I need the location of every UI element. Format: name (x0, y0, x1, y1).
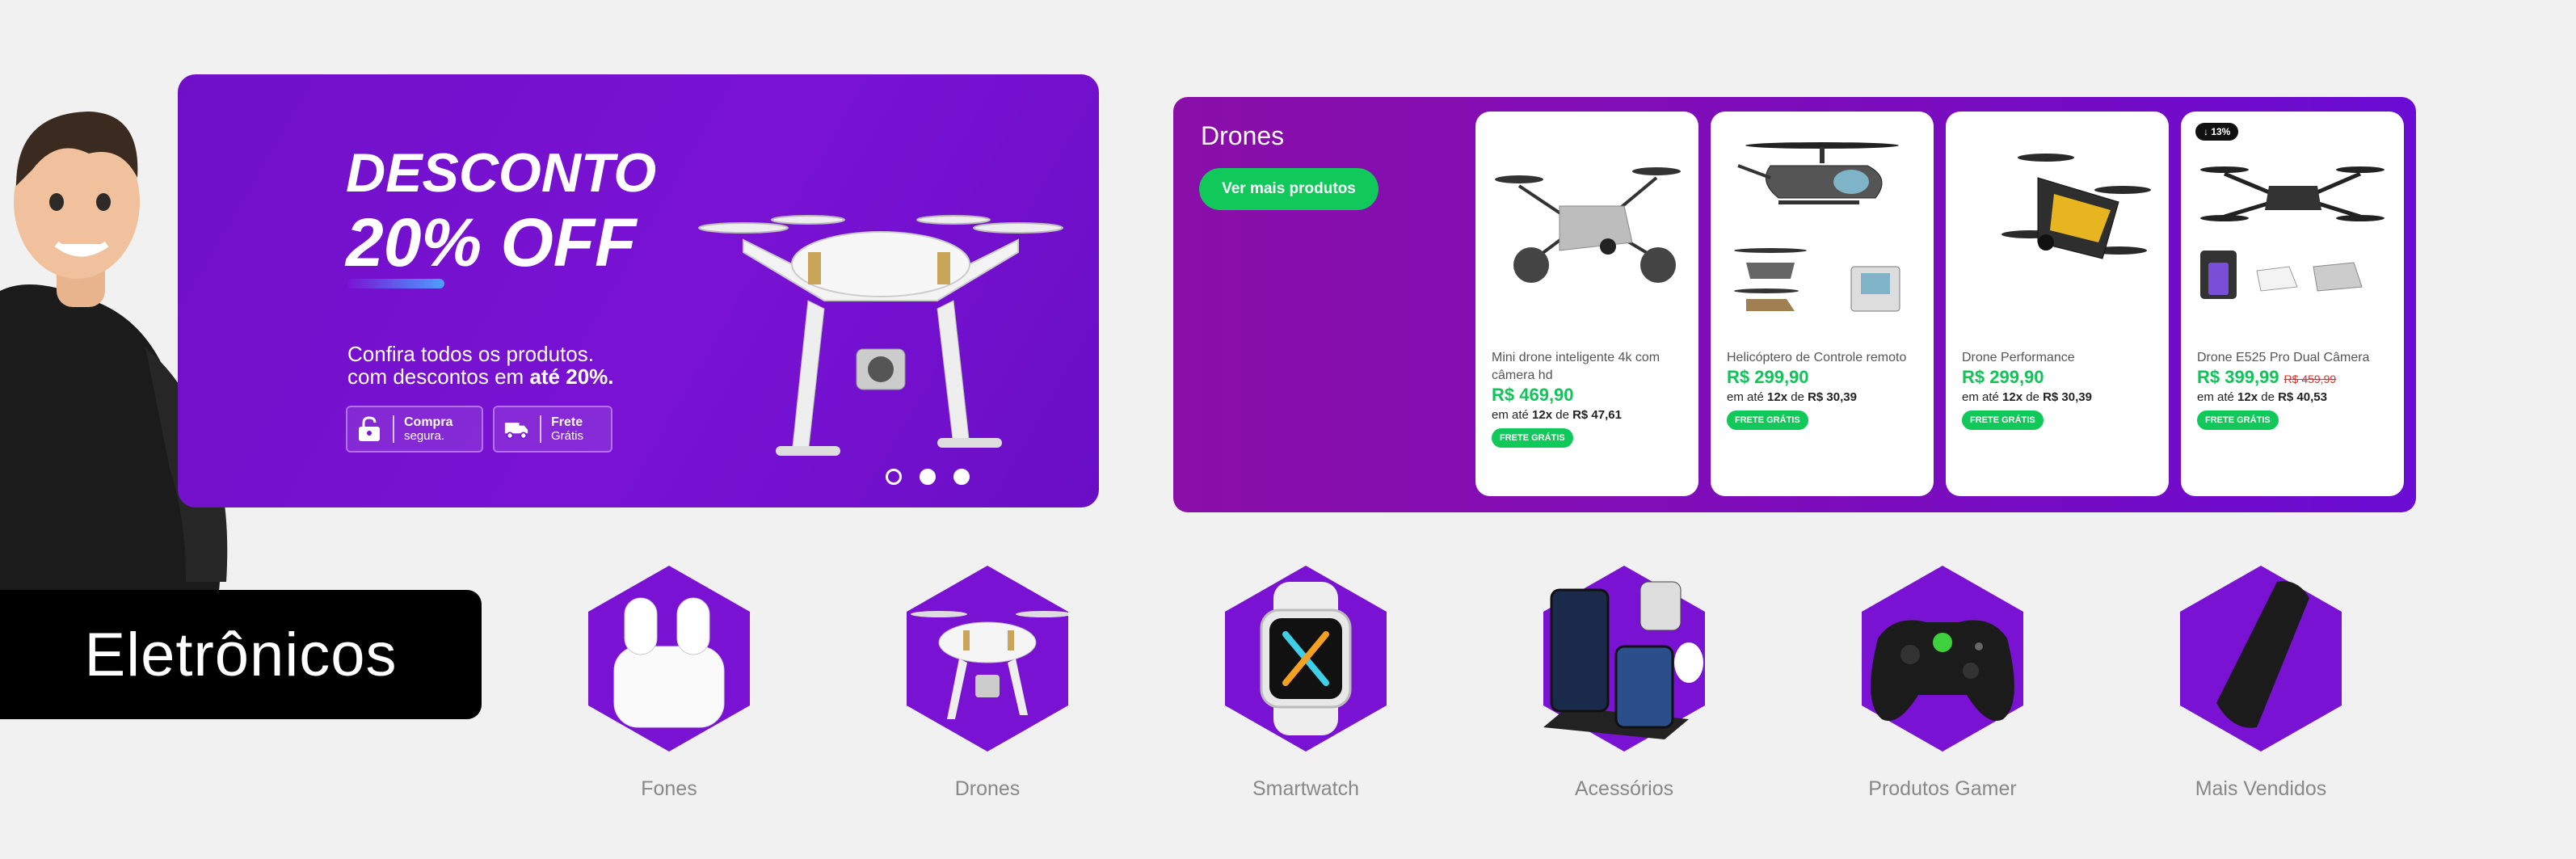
product-price-old: R$ 459,99 (2283, 373, 2337, 385)
product-name: Helicóptero de Controle remoto (1727, 351, 1907, 364)
banner-subtitle-highlight: até 20%. (529, 364, 614, 389)
free-shipping-tag: FRETE GRÁTIS (1962, 411, 2044, 430)
carousel-dot-1[interactable] (886, 469, 902, 485)
free-shipping-badge: Frete Grátis (493, 406, 612, 453)
category-label: Produtos Gamer (1868, 777, 2017, 800)
category-label: Mais Vendidos (2195, 777, 2327, 800)
installment-text: em até 12x de R$ 30,39 (1727, 390, 1857, 404)
installment-text: em até 12x de R$ 40,53 (2197, 390, 2327, 404)
drone-image (698, 215, 1063, 456)
gamepad-icon (1862, 566, 2023, 752)
promo-banner[interactable]: DESCONTO 20% OFF Confira todos os produt… (178, 74, 1099, 507)
badge-subtitle: segura. (404, 429, 445, 443)
banner-subtitle: Confira todos os produtos. com descontos… (347, 343, 614, 388)
installment-text: em até 12x de R$ 47,61 (1492, 408, 1622, 422)
product-name: Mini drone inteligente 4k com câmera hd (1492, 351, 1661, 382)
see-more-products-button[interactable]: Ver mais produtos (1199, 168, 1378, 210)
category-mais-vendidos[interactable]: Mais Vendidos (2164, 559, 2358, 810)
banner-subtitle-line1: Confira todos os produtos. (347, 342, 594, 366)
smartwatch-icon (1225, 566, 1387, 752)
free-shipping-tag: FRETE GRÁTIS (1727, 411, 1808, 430)
category-label: Drones (954, 777, 1021, 800)
earbuds-icon (588, 566, 750, 752)
product-card[interactable]: Mini drone inteligente 4k com câmera hd … (1475, 112, 1698, 496)
banner-subtitle-line2: com descontos em (347, 364, 530, 389)
category-label: Smartwatch (1252, 777, 1359, 800)
padlock-icon (359, 416, 380, 441)
page: Eletrônicos DESCONTO 20% OFF Confira tod… (0, 0, 2576, 859)
category-acessorios[interactable]: Acessórios (1527, 559, 1721, 810)
badge-title: Frete (551, 415, 583, 429)
e525-drone-kit-image (2200, 166, 2384, 299)
product-price: R$ 299,90 (1727, 367, 1809, 387)
section-title: Eletrônicos (0, 590, 482, 719)
product-price-current: R$ 399,99 (2197, 367, 2279, 387)
installment-text: em até 12x de R$ 30,39 (1962, 390, 2092, 404)
thermos-icon (2180, 566, 2342, 752)
drones-product-panel: Drones Ver mais produtos Mini drone inte… (1173, 97, 2416, 512)
product-card[interactable]: Drone Performance R$ 299,90 em até 12x d… (1946, 112, 2169, 496)
product-price: R$ 399,99 R$ 459,99 (2197, 367, 2336, 388)
product-price: R$ 299,90 (1962, 367, 2044, 387)
free-shipping-tag: FRETE GRÁTIS (1492, 428, 1573, 448)
secure-purchase-badge: Compra segura. (346, 406, 483, 453)
banner-title: DESCONTO 20% OFF (346, 141, 656, 280)
panel-title: Drones (1201, 121, 1285, 150)
carousel-dot-3[interactable] (953, 469, 970, 485)
banner-accent-bar (347, 279, 444, 288)
mini-drone-image (1495, 167, 1681, 283)
category-label: Fones (641, 777, 697, 800)
category-drones[interactable]: Drones (890, 559, 1084, 810)
helicopter-image (1734, 142, 1900, 312)
carousel-dots (886, 469, 970, 485)
badge-separator (540, 415, 541, 443)
banner-title-line1: DESCONTO (346, 142, 657, 204)
drone-icon (907, 566, 1068, 752)
product-card[interactable]: Helicóptero de Controle remoto R$ 299,90… (1711, 112, 1934, 496)
product-name: Drone E525 Pro Dual Câmera (2197, 351, 2370, 364)
badge-title: Compra (404, 415, 453, 429)
badge-separator (393, 415, 394, 443)
product-name: Drone Performance (1962, 351, 2075, 364)
product-price: R$ 469,90 (1492, 385, 1574, 405)
category-label: Acessórios (1574, 777, 1674, 800)
yellow-drone-image (2001, 154, 2151, 259)
truck-icon (504, 423, 528, 440)
category-produtos-gamer[interactable]: Produtos Gamer (1846, 559, 2039, 810)
banner-title-line2: 20% OFF (346, 204, 637, 280)
charging-dock-icon (1543, 566, 1705, 752)
carousel-dot-2[interactable] (920, 469, 936, 485)
category-fones[interactable]: Fones (572, 559, 766, 810)
product-card[interactable]: ↓ 13% Drone E525 Pro Dual Câmera R$ 399,… (2181, 112, 2404, 496)
category-smartwatch[interactable]: Smartwatch (1209, 559, 1403, 810)
free-shipping-tag: FRETE GRÁTIS (2197, 411, 2279, 430)
badge-subtitle: Grátis (551, 429, 584, 443)
